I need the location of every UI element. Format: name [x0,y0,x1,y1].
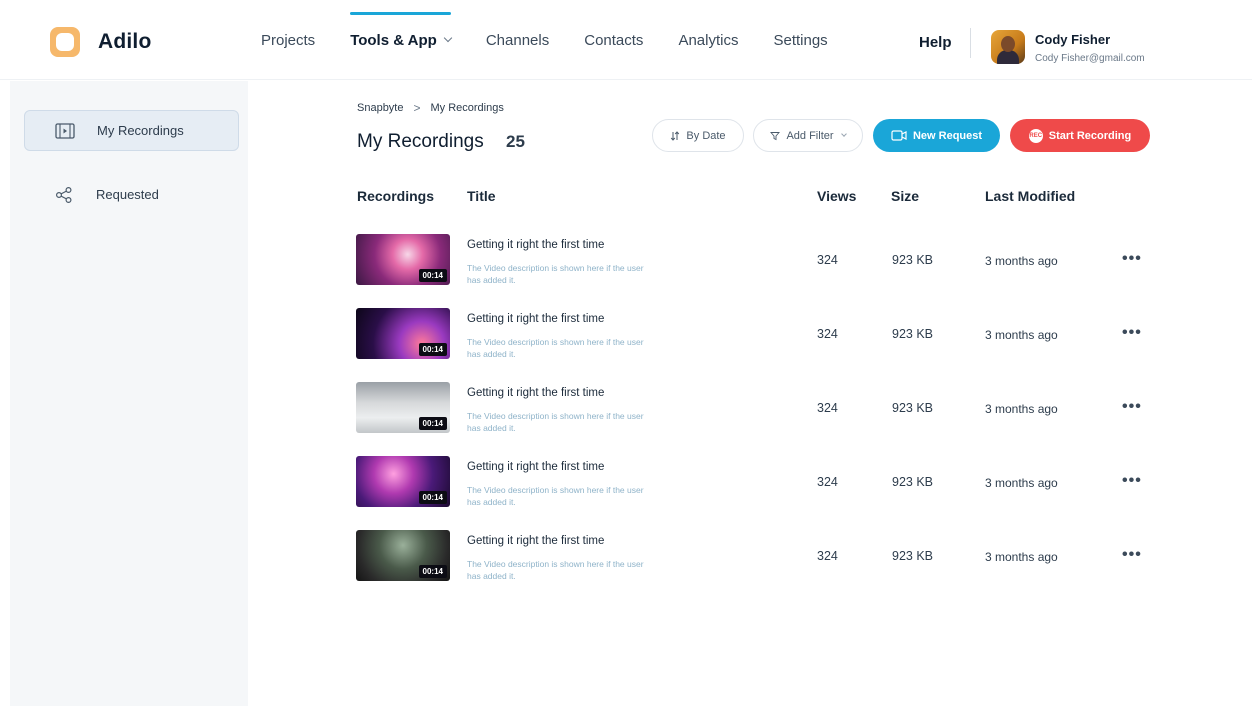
video-description: The Video description is shown here if t… [467,263,644,285]
video-camera-icon [891,130,907,141]
video-views: 324 [817,327,838,341]
video-size: 923 KB [892,253,934,267]
video-views: 324 [817,401,838,415]
page-title: My Recordings [357,131,484,152]
user-name: Cody Fisher [1035,32,1111,47]
video-title[interactable]: Getting it right the first time [467,387,604,399]
avatar[interactable] [991,30,1025,64]
video-thumbnail[interactable]: 00:14 [356,456,450,507]
video-title[interactable]: Getting it right the first time [467,239,604,251]
sort-by-date-button[interactable]: By Date [652,119,744,152]
top-header: Adilo Projects Tools & App Channels Cont… [0,0,1252,80]
sidebar-item-my-recordings[interactable]: My Recordings [24,110,239,151]
column-header-recordings: Recordings [357,188,435,204]
nav-settings[interactable]: Settings [773,0,827,80]
table-row[interactable]: 00:14 Getting it right the first time Th… [356,382,1156,438]
more-options-icon[interactable]: ••• [1122,546,1142,564]
column-header-last-modified: Last Modified [985,188,1076,204]
video-title[interactable]: Getting it right the first time [467,461,604,473]
video-size: 923 KB [892,549,934,563]
header-divider [970,28,971,58]
more-options-icon[interactable]: ••• [1122,472,1142,490]
video-last-modified: 3 months ago [985,550,1058,564]
new-request-button[interactable]: New Request [873,119,1000,152]
video-duration: 00:14 [418,269,447,282]
help-link[interactable]: Help [919,34,952,51]
video-title[interactable]: Getting it right the first time [467,313,604,325]
column-header-views: Views [817,188,857,204]
video-last-modified: 3 months ago [985,328,1058,342]
video-thumbnail[interactable]: 00:14 [356,234,450,285]
add-filter-button[interactable]: Add Filter [753,119,863,152]
video-thumbnail[interactable]: 00:14 [356,308,450,359]
video-last-modified: 3 months ago [985,476,1058,490]
video-last-modified: 3 months ago [985,402,1058,416]
more-options-icon[interactable]: ••• [1122,324,1142,342]
nav-analytics[interactable]: Analytics [678,0,738,80]
app-logo[interactable]: Adilo [50,27,152,57]
video-last-modified: 3 months ago [985,254,1058,268]
video-views: 324 [817,253,838,267]
more-options-icon[interactable]: ••• [1122,250,1142,268]
chevron-down-icon [840,131,847,137]
video-duration: 00:14 [418,491,447,504]
nav-channels[interactable]: Channels [486,0,549,80]
sidebar-item-label: Requested [96,187,159,202]
user-email: Cody Fisher@gmail.com [1035,53,1145,64]
video-thumbnail[interactable]: 00:14 [356,382,450,433]
more-options-icon[interactable]: ••• [1122,398,1142,416]
breadcrumb: Snapbyte > My Recordings [357,101,504,115]
film-icon [55,121,75,141]
nav-tools-and-app[interactable]: Tools & App [350,0,453,80]
video-duration: 00:14 [418,565,447,578]
video-description: The Video description is shown here if t… [467,411,644,433]
sidebar-item-label: My Recordings [97,123,184,138]
breadcrumb-separator: > [413,101,421,115]
breadcrumb-current: My Recordings [430,102,504,114]
table-row[interactable]: 00:14 Getting it right the first time Th… [356,530,1156,586]
logo-icon [50,27,80,57]
sidebar: My Recordings Requested [10,81,248,706]
table-row[interactable]: 00:14 Getting it right the first time Th… [356,456,1156,512]
video-size: 923 KB [892,327,934,341]
app-name: Adilo [98,30,152,53]
table-row[interactable]: 00:14 Getting it right the first time Th… [356,308,1156,364]
video-views: 324 [817,549,838,563]
breadcrumb-root[interactable]: Snapbyte [357,102,403,114]
video-views: 324 [817,475,838,489]
nav-projects[interactable]: Projects [261,0,315,80]
video-size: 923 KB [892,401,934,415]
sort-icon [671,130,680,141]
table-row[interactable]: 00:14 Getting it right the first time Th… [356,234,1156,290]
column-header-size: Size [891,188,920,204]
video-thumbnail[interactable]: 00:14 [356,530,450,581]
video-size: 923 KB [892,475,934,489]
sidebar-item-requested[interactable]: Requested [24,174,239,215]
chevron-down-icon [443,33,453,43]
nav-contacts[interactable]: Contacts [584,0,643,80]
share-icon [54,185,74,205]
video-duration: 00:14 [418,417,447,430]
record-icon: REC [1028,128,1043,143]
video-description: The Video description is shown here if t… [467,337,644,359]
start-recording-button[interactable]: REC Start Recording [1010,119,1150,152]
video-title[interactable]: Getting it right the first time [467,535,604,547]
video-duration: 00:14 [418,343,447,356]
filter-icon [770,131,781,140]
video-description: The Video description is shown here if t… [467,559,644,581]
main-nav: Projects Tools & App Channels Contacts A… [261,0,863,80]
column-header-title: Title [467,188,496,204]
video-description: The Video description is shown here if t… [467,485,644,507]
recordings-count: 25 [506,132,525,151]
